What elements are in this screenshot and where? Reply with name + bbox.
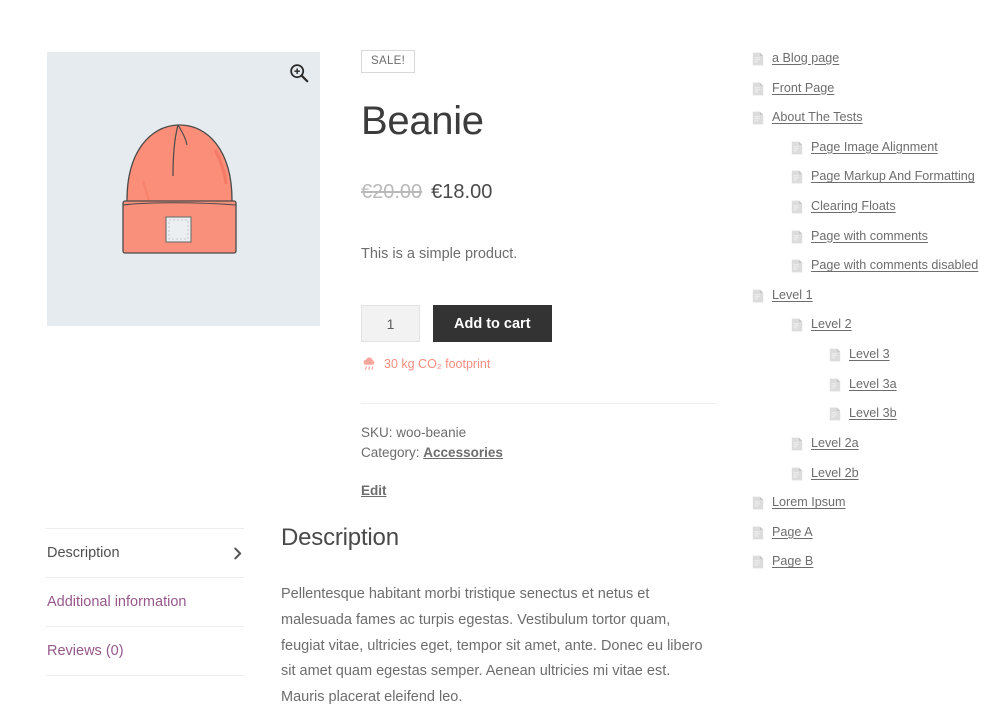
page-list-item[interactable]: Clearing Floats [791, 198, 988, 215]
meta-divider [361, 403, 717, 405]
page-link[interactable]: Level 3a [849, 376, 897, 393]
sku-value: woo-beanie [396, 425, 467, 441]
page-link[interactable]: Page Image Alignment [811, 139, 938, 156]
page-list-item[interactable]: Level 2 [791, 316, 988, 333]
page-link[interactable]: a Blog page [772, 50, 839, 67]
product-price: €20.00 €18.00 [361, 181, 717, 204]
document-icon [791, 200, 803, 214]
document-icon [829, 407, 841, 421]
page-list-item[interactable]: Level 3a [829, 376, 988, 393]
product-meta: SKU: woo-beanie Category: Accessories Ed… [361, 423, 717, 501]
tab-panel-heading: Description [281, 524, 399, 551]
page-list-item[interactable]: Page B [752, 553, 988, 570]
add-to-cart-button[interactable]: Add to cart [433, 305, 552, 343]
page-link[interactable]: About The Tests [772, 109, 863, 126]
document-icon [829, 348, 841, 362]
page-list-item[interactable]: Level 2b [791, 465, 988, 482]
sku-label: SKU: [361, 425, 393, 441]
tab-description[interactable]: Description [45, 528, 244, 577]
page-list-item[interactable]: Level 2a [791, 435, 988, 452]
page-link[interactable]: Level 3b [849, 405, 897, 422]
document-icon [752, 496, 764, 510]
document-icon [791, 141, 803, 155]
page-list-item[interactable]: Level 3b [829, 405, 988, 422]
page-list-item[interactable]: Level 1 [752, 287, 988, 304]
tab-reviews-0[interactable]: Reviews (0) [45, 626, 244, 676]
product-summary: SALE! Beanie €20.00 €18.00 This is a simp… [361, 50, 717, 501]
page-list-item[interactable]: a Blog page [752, 50, 988, 67]
tab-label: Reviews (0) [47, 643, 124, 659]
magnifier-plus-icon[interactable] [288, 62, 310, 84]
page-link[interactable]: Level 1 [772, 287, 813, 304]
document-icon [791, 259, 803, 273]
document-icon [752, 526, 764, 540]
page-list-item[interactable]: Page A [752, 524, 988, 541]
page-link[interactable]: Level 2 [811, 316, 852, 333]
beanie-illustration [122, 124, 237, 254]
page-list-item[interactable]: About The Tests [752, 109, 988, 126]
short-description: This is a simple product. [361, 245, 518, 262]
page-link[interactable]: Page with comments [811, 228, 928, 245]
document-icon [791, 230, 803, 244]
page-link[interactable]: Page B [772, 553, 813, 570]
pages-sidebar: a Blog page Front Page About The Tests Page… [752, 50, 988, 583]
sale-badge: SALE! [361, 50, 416, 73]
document-icon [752, 52, 764, 66]
page-list-item[interactable]: Page Markup And Formatting [791, 168, 988, 185]
page-list-item[interactable]: Level 3 [829, 346, 988, 363]
page-link[interactable]: Lorem Ipsum [772, 494, 846, 511]
tab-panel-body: Pellentesque habitant morbi tristique se… [281, 586, 703, 706]
chevron-right-icon [234, 547, 242, 559]
co2-footprint-text: 30 kg CO₂ footprint [384, 356, 491, 371]
product-tabs: Description Additional information Reviews… [45, 528, 244, 676]
category-label: Category: [361, 445, 420, 461]
tab-label: Description [47, 545, 120, 561]
quantity-input[interactable] [361, 305, 420, 343]
page-list-item[interactable]: Front Page [752, 80, 988, 97]
page-link[interactable]: Page with comments disabled [811, 257, 978, 274]
document-icon [752, 111, 764, 125]
sku-row: SKU: woo-beanie [361, 423, 717, 443]
page-list-item[interactable]: Page with comments [791, 228, 988, 245]
document-icon [829, 378, 841, 392]
edit-product-link[interactable]: Edit [361, 481, 387, 501]
document-icon [791, 437, 803, 451]
add-to-cart-form: Add to cart [361, 305, 717, 343]
price-original: €20.00 [361, 180, 423, 203]
page-link[interactable]: Page A [772, 524, 813, 541]
co2-footprint-badge: 30 kg CO₂ footprint [361, 355, 717, 372]
price-sale: €18.00 [431, 180, 493, 203]
tab-panel-description: Description Pellentesque habitant morbi … [281, 524, 717, 711]
tab-additional-information[interactable]: Additional information [45, 577, 244, 626]
page-list-item[interactable]: Page Image Alignment [791, 139, 988, 156]
page-link[interactable]: Clearing Floats [811, 198, 896, 215]
rain-cloud-icon [363, 357, 375, 370]
page-link[interactable]: Level 2b [811, 465, 859, 482]
page-list-item[interactable]: Lorem Ipsum [752, 494, 988, 511]
product-gallery [47, 52, 320, 326]
document-icon [752, 82, 764, 96]
product-page: SALE! Beanie €20.00 €18.00 This is a simp… [0, 0, 1002, 714]
document-icon [791, 467, 803, 480]
page-list-item[interactable]: Page with comments disabled [791, 257, 988, 274]
document-icon [752, 555, 764, 569]
page-link[interactable]: Level 2a [811, 435, 859, 452]
page-link[interactable]: Front Page [772, 80, 834, 97]
tab-label: Additional information [47, 594, 187, 610]
page-link[interactable]: Level 3 [849, 346, 890, 363]
page-link[interactable]: Page Markup And Formatting [811, 168, 975, 185]
product-image-frame[interactable] [47, 52, 320, 326]
category-link[interactable]: Accessories [423, 445, 503, 460]
document-icon [752, 289, 764, 303]
document-icon [791, 319, 803, 332]
product-title: Beanie [361, 98, 484, 143]
document-icon [791, 171, 803, 184]
category-row: Category: Accessories [361, 443, 717, 463]
